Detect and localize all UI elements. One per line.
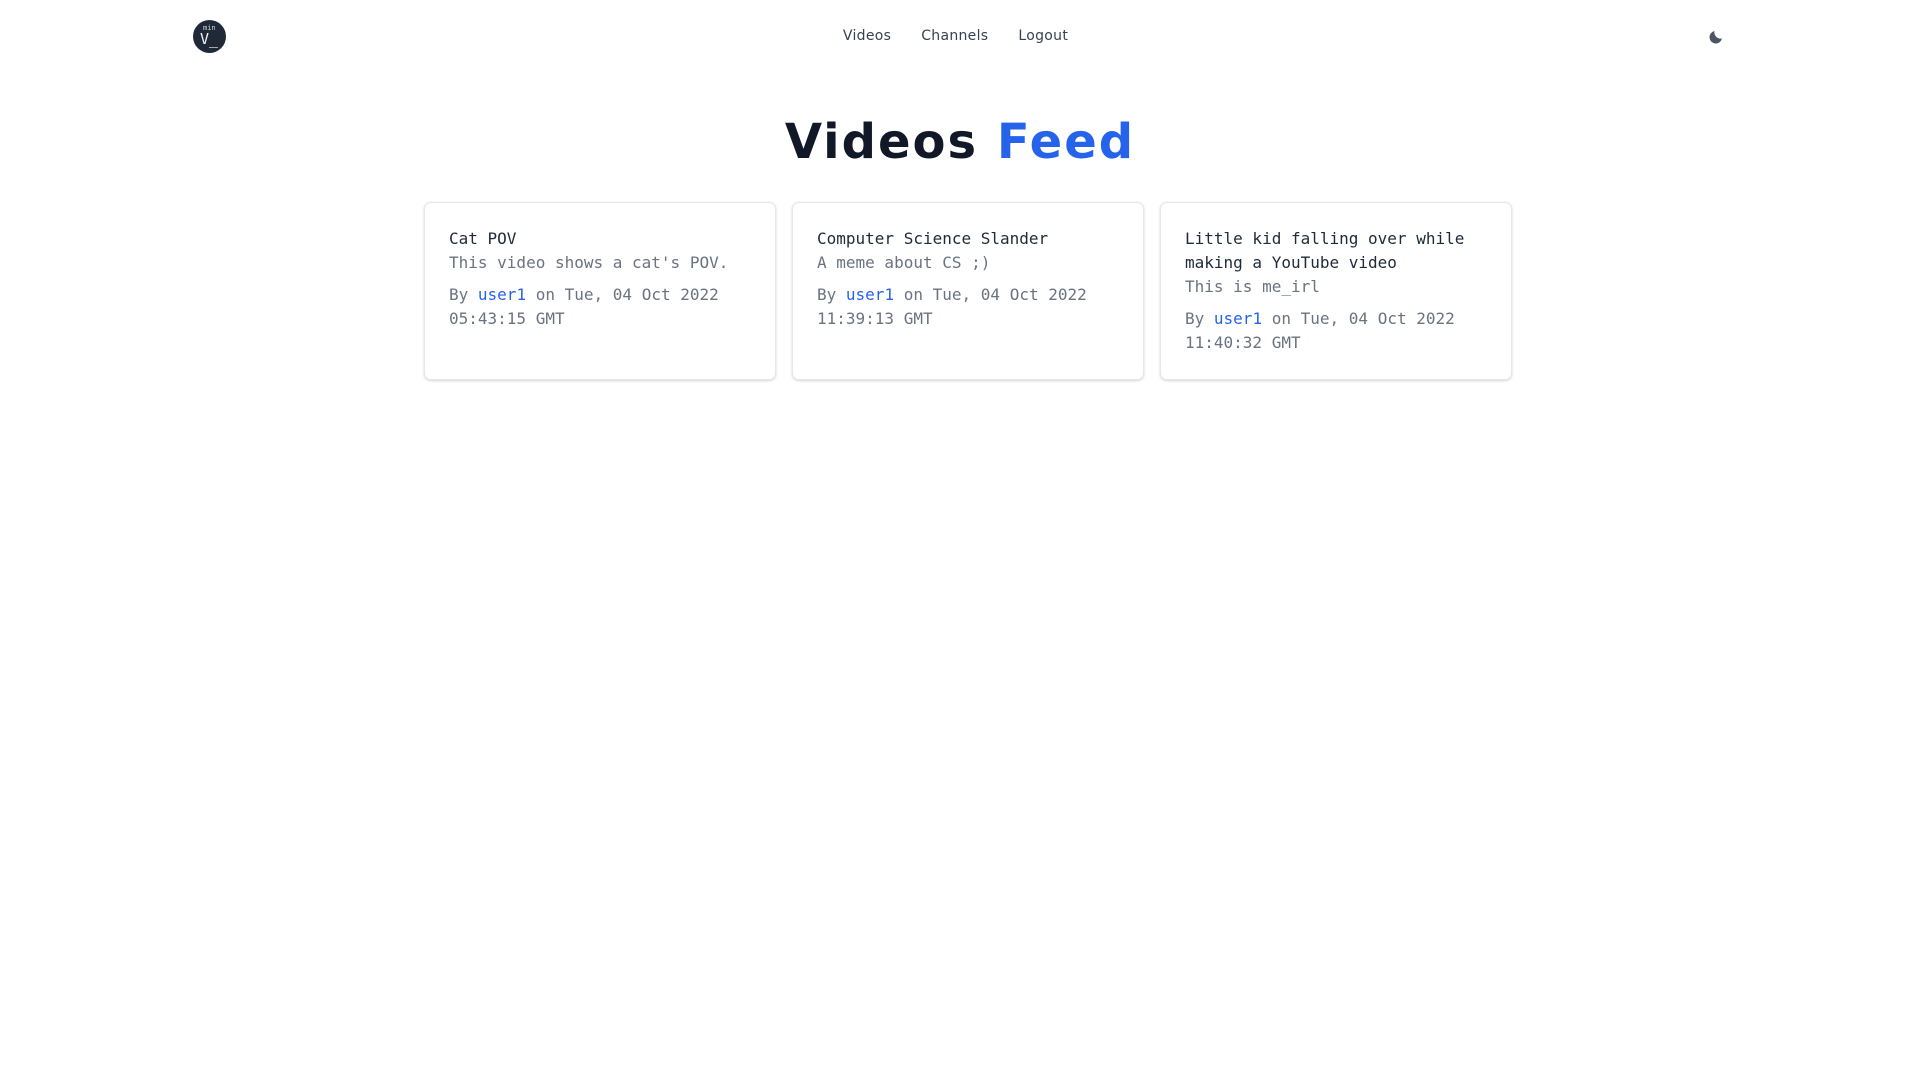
nav-link-videos[interactable]: Videos	[843, 26, 891, 46]
nav-link-channels[interactable]: Channels	[921, 26, 988, 46]
page-title-main: Videos	[784, 114, 979, 170]
author-link[interactable]: user1	[1214, 309, 1262, 328]
by-label: By	[817, 285, 837, 304]
nav-link-logout[interactable]: Logout	[1018, 26, 1068, 46]
page: min V_ Videos Channels Logout Videos Fee…	[0, 0, 1920, 1080]
page-title-accent: Feed	[996, 114, 1136, 170]
page-title: Videos Feed	[0, 110, 1920, 174]
moon-icon	[1709, 31, 1722, 44]
author-link[interactable]: user1	[846, 285, 894, 304]
author-link[interactable]: user1	[478, 285, 526, 304]
by-label: By	[449, 285, 469, 304]
video-description: A meme about CS ;)	[817, 253, 991, 272]
video-card[interactable]: Computer Science Slander A meme about CS…	[792, 202, 1144, 380]
navbar: min V_ Videos Channels Logout	[0, 0, 1920, 72]
nav-links: Videos Channels Logout	[0, 26, 1920, 46]
video-title[interactable]: Little kid falling over while making a Y…	[1185, 227, 1487, 275]
theme-toggle-button[interactable]	[1708, 27, 1726, 45]
video-feed: Cat POV This video shows a cat's POV. By…	[424, 202, 1512, 380]
on-label: on	[535, 285, 555, 304]
video-description: This video shows a cat's POV.	[449, 253, 729, 272]
video-meta: By user1 on Tue, 04 Oct 2022 05:43:15 GM…	[449, 283, 751, 331]
video-meta: By user1 on Tue, 04 Oct 2022 11:40:32 GM…	[1185, 307, 1487, 355]
on-label: on	[1271, 309, 1291, 328]
video-card[interactable]: Cat POV This video shows a cat's POV. By…	[424, 202, 776, 380]
by-label: By	[1185, 309, 1205, 328]
video-title[interactable]: Cat POV	[449, 227, 751, 251]
video-description: This is me_irl	[1185, 277, 1320, 296]
on-label: on	[903, 285, 923, 304]
video-title[interactable]: Computer Science Slander	[817, 227, 1119, 251]
video-card[interactable]: Little kid falling over while making a Y…	[1160, 202, 1512, 380]
video-meta: By user1 on Tue, 04 Oct 2022 11:39:13 GM…	[817, 283, 1119, 331]
